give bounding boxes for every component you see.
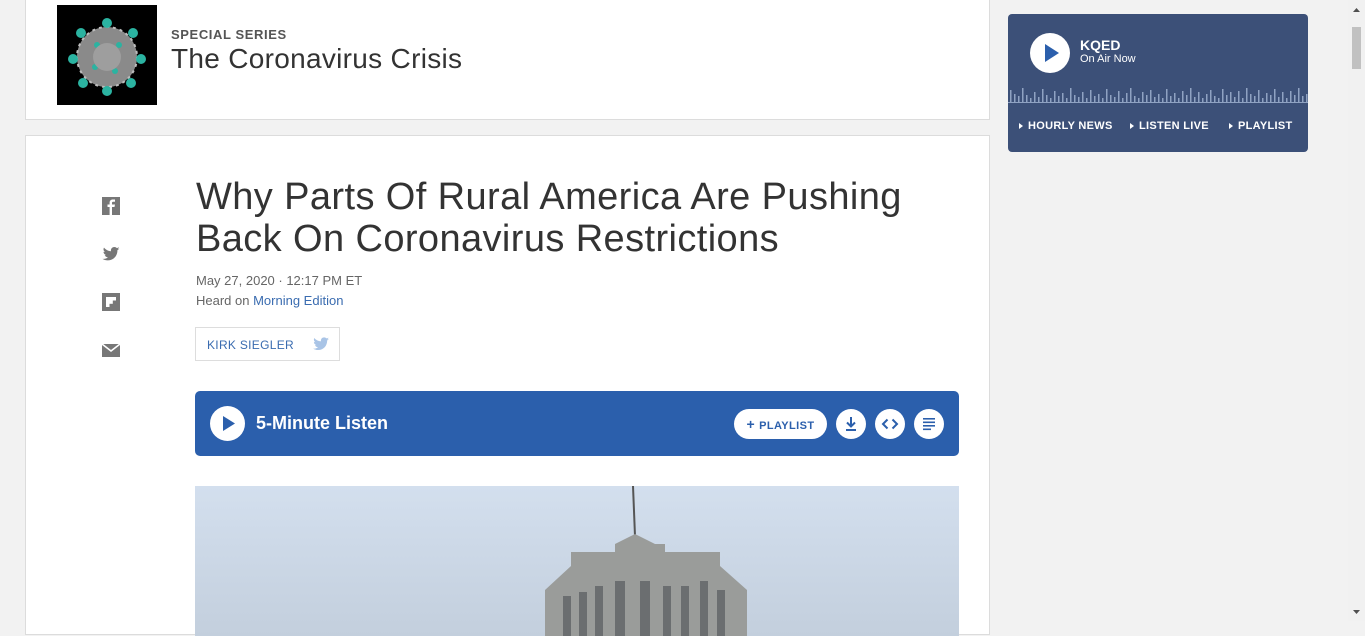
play-triangle-icon [1019, 123, 1023, 130]
embed-button[interactable] [875, 409, 905, 439]
building-photo [195, 486, 959, 636]
listen-live-link[interactable]: LISTEN LIVE [1130, 120, 1209, 132]
station-playlist-label: PLAYLIST [1238, 120, 1293, 132]
twitter-icon[interactable] [101, 244, 121, 264]
play-icon [1045, 44, 1059, 62]
listen-live-label: LISTEN LIVE [1139, 120, 1209, 132]
article-date: May 27, 2020 · 12:17 PM ET [196, 273, 363, 288]
page-scrollbar[interactable] [1348, 0, 1365, 621]
series-kicker: SPECIAL SERIES [171, 27, 287, 42]
author-byline[interactable]: KIRK SIEGLER [195, 327, 340, 361]
hourly-news-link[interactable]: HOURLY NEWS [1019, 120, 1113, 132]
email-icon[interactable] [101, 340, 121, 360]
hourly-news-label: HOURLY NEWS [1028, 120, 1113, 132]
plus-icon: + [746, 416, 756, 432]
scrollbar-thumb[interactable] [1352, 27, 1361, 69]
series-title[interactable]: The Coronavirus Crisis [171, 43, 462, 75]
article-headline: Why Parts Of Rural America Are Pushing B… [196, 176, 902, 260]
program-link[interactable]: Morning Edition [253, 293, 343, 308]
embed-icon [881, 418, 899, 430]
heard-on: Heard on Morning Edition [196, 293, 343, 308]
article-photo [195, 486, 959, 636]
station-widget: KQED On Air Now HOURLY NEWS LISTEN LIVE … [1008, 14, 1308, 152]
scroll-up-arrow-icon [1353, 8, 1360, 12]
heard-on-prefix: Heard on [196, 293, 254, 308]
scroll-down-arrow-icon [1353, 610, 1360, 614]
play-button[interactable] [210, 406, 245, 441]
audio-wave-graphic [1008, 88, 1308, 103]
flipboard-icon[interactable] [101, 292, 121, 312]
play-triangle-icon [1229, 123, 1233, 130]
author-twitter-icon[interactable] [312, 336, 330, 357]
download-button[interactable] [836, 409, 866, 439]
series-thumbnail[interactable] [57, 5, 157, 105]
add-to-playlist-button[interactable]: + PLAYLIST [734, 409, 827, 439]
listen-duration: 5-Minute Listen [256, 413, 389, 433]
play-triangle-icon [1130, 123, 1134, 130]
playlist-label: PLAYLIST [759, 420, 815, 432]
download-icon [846, 417, 856, 431]
audio-player: 5-Minute Listen + PLAYLIST [195, 391, 959, 456]
author-name[interactable]: KIRK SIEGLER [207, 338, 294, 352]
live-play-button[interactable] [1030, 33, 1070, 73]
on-air-status: On Air Now [1080, 53, 1136, 65]
station-playlist-link[interactable]: PLAYLIST [1229, 120, 1293, 132]
transcript-button[interactable] [914, 409, 944, 439]
series-header: SPECIAL SERIES The Coronavirus Crisis [25, 0, 990, 120]
article-card: Why Parts Of Rural America Are Pushing B… [25, 135, 990, 636]
transcript-icon [923, 418, 935, 431]
station-name[interactable]: KQED [1080, 37, 1120, 53]
facebook-icon[interactable] [101, 196, 121, 216]
